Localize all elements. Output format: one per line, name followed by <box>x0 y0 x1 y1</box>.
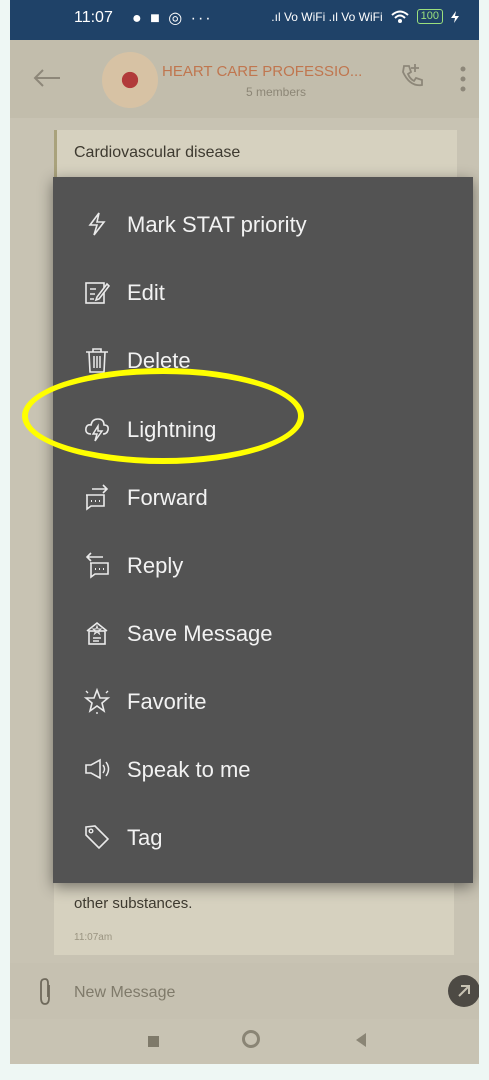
tag-icon <box>85 825 110 850</box>
cloud-lightning-icon <box>85 418 109 442</box>
battery-level: 100 <box>416 9 443 24</box>
menu-item-save-message[interactable]: Save Message <box>53 599 473 667</box>
menu-item-forward[interactable]: Forward <box>53 463 473 531</box>
send-button[interactable] <box>448 975 479 1007</box>
group-avatar[interactable] <box>102 52 158 108</box>
status-indicators: ● ■ ◎ ··· <box>132 10 213 27</box>
home-button[interactable] <box>242 1030 260 1048</box>
chat-header: HEART CARE PROFESSIO... 5 members <box>10 40 479 118</box>
menu-item-label: Favorite <box>127 689 207 714</box>
menu-item-label: Save Message <box>127 621 273 646</box>
menu-item-edit[interactable]: Edit <box>53 258 473 326</box>
star-icon <box>83 687 111 714</box>
message-time: 11:07am <box>74 932 113 943</box>
menu-item-speak-to-me[interactable]: Speak to me <box>53 735 473 803</box>
member-count: 5 members <box>246 85 307 99</box>
group-name[interactable]: HEART CARE PROFESSIO... <box>162 63 407 80</box>
menu-item-label: Edit <box>127 280 165 305</box>
message-context-menu: Mark STAT priority Edit Delete Lightning… <box>53 177 473 883</box>
more-icon[interactable] <box>460 66 466 92</box>
phone-screen: 11:07 ● ■ ◎ ··· .ıl Vo WiFi .ıl Vo WiFi … <box>10 0 479 1064</box>
call-icon[interactable] <box>396 60 428 92</box>
system-back-button[interactable] <box>356 1033 366 1047</box>
wifi-icon <box>390 10 409 23</box>
status-right-group: .ıl Vo WiFi .ıl Vo WiFi 100 <box>271 9 459 24</box>
menu-item-label: Mark STAT priority <box>127 212 307 237</box>
save-message-icon <box>86 621 108 645</box>
menu-item-tag[interactable]: Tag <box>53 803 473 871</box>
lightning-bolt-icon <box>88 212 106 236</box>
menu-item-label: Delete <box>127 348 191 373</box>
message-text-selected: other substances. <box>74 895 193 912</box>
message-text: Cardiovascular disease <box>74 144 241 161</box>
status-time: 11:07 <box>74 9 113 26</box>
send-arrow-icon <box>458 985 470 997</box>
recent-apps-button[interactable] <box>148 1036 159 1047</box>
menu-item-delete[interactable]: Delete <box>53 326 473 394</box>
reply-icon <box>85 552 109 579</box>
message-input[interactable] <box>72 978 436 1008</box>
menu-item-lightning[interactable]: Lightning <box>53 395 473 463</box>
menu-item-label: Lightning <box>127 417 217 442</box>
menu-item-label: Tag <box>127 825 163 850</box>
menu-item-mark-stat-priority[interactable]: Mark STAT priority <box>53 190 473 258</box>
edit-icon <box>85 282 111 304</box>
menu-item-favorite[interactable]: Favorite <box>53 667 473 735</box>
back-arrow-icon[interactable] <box>32 68 62 88</box>
menu-item-label: Speak to me <box>127 757 251 782</box>
status-bar: 11:07 ● ■ ◎ ··· .ıl Vo WiFi .ıl Vo WiFi … <box>10 0 479 40</box>
menu-item-reply[interactable]: Reply <box>53 531 473 599</box>
message-bubble-selected[interactable] <box>54 875 454 955</box>
forward-icon <box>86 484 109 511</box>
menu-item-label: Reply <box>127 553 184 578</box>
trash-icon <box>86 348 108 373</box>
charging-icon <box>451 10 459 23</box>
signal-text: .ıl Vo WiFi .ıl Vo WiFi <box>271 9 383 24</box>
speaker-icon <box>85 758 110 780</box>
menu-item-label: Forward <box>127 485 208 510</box>
attach-icon[interactable] <box>36 977 54 1007</box>
